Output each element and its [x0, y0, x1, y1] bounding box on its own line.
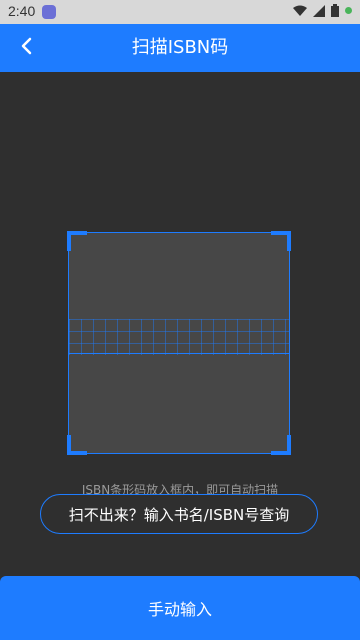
frame-corner-bottom-right	[271, 435, 291, 455]
manual-query-button[interactable]: 扫不出来？输入书名/ISBN号查询	[40, 494, 318, 534]
status-bar: 2:40	[0, 0, 360, 24]
scan-line	[69, 353, 289, 354]
frame-corner-bottom-left	[67, 435, 87, 455]
battery-icon	[331, 4, 339, 17]
manual-input-button[interactable]: 手动输入	[0, 576, 360, 640]
scan-grid	[69, 319, 289, 355]
page-title: 扫描ISBN码	[131, 37, 229, 58]
app-header: 扫描ISBN码	[0, 24, 360, 72]
notification-dot-icon	[345, 7, 352, 14]
status-time: 2:40	[8, 3, 36, 19]
signal-icon	[313, 4, 325, 17]
wifi-icon	[293, 5, 307, 17]
app-notification-icon	[42, 5, 56, 19]
status-icons	[293, 4, 352, 17]
frame-corner-top-right	[271, 231, 291, 251]
scan-screen: 2:40 扫描ISBN码 ISBN条形码放入框内，即可自动扫描 扫不出来？输入书…	[0, 0, 360, 640]
scan-frame	[67, 231, 291, 455]
frame-corner-top-left	[67, 231, 87, 251]
